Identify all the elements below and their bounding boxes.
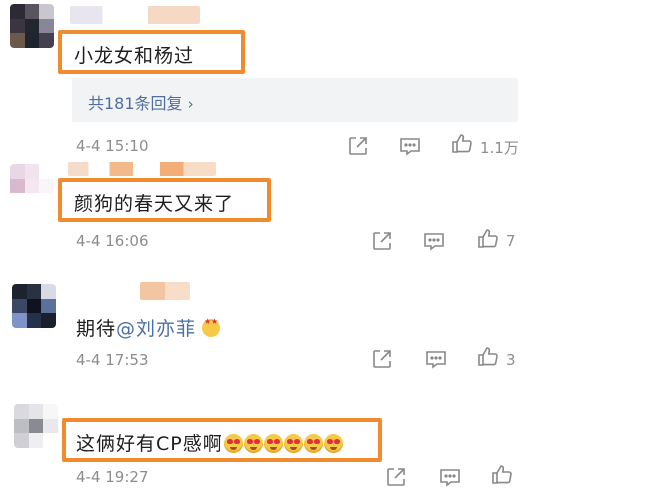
username-blurred[interactable]	[70, 6, 200, 24]
comment-text: 小龙女和杨过	[74, 45, 195, 67]
chevron-right-icon: ›	[187, 95, 194, 113]
comment-icon[interactable]	[438, 465, 462, 489]
timestamp: 4-4 17:53	[76, 351, 149, 369]
timestamp: 4-4 15:10	[76, 137, 149, 155]
comment-text-main: 这俩好有CP感啊	[76, 433, 223, 455]
timestamp: 4-4 16:06	[76, 232, 149, 250]
like-count: 3	[506, 351, 516, 369]
share-icon[interactable]	[384, 465, 408, 489]
user-mention-link[interactable]: @刘亦菲	[116, 318, 196, 340]
share-icon[interactable]	[346, 134, 370, 158]
like-count: 1.1万	[480, 139, 519, 157]
thumbs-up-icon[interactable]	[476, 345, 500, 369]
heart-eyes-emoji	[223, 434, 243, 453]
star-struck-emoji	[202, 317, 221, 337]
thumbs-up-icon[interactable]	[450, 132, 474, 156]
heart-eyes-emoji	[263, 434, 283, 453]
comment-icon[interactable]	[424, 347, 448, 371]
heart-eyes-emoji	[303, 434, 323, 453]
avatar[interactable]	[12, 284, 56, 328]
avatar[interactable]	[10, 164, 54, 208]
comment-icon[interactable]	[422, 229, 446, 253]
replies-count: 共181条回复 ›	[88, 94, 194, 113]
comment-icon[interactable]	[398, 134, 422, 158]
avatar[interactable]	[14, 404, 58, 448]
comment-text: 期待@刘亦菲	[76, 314, 221, 341]
comment-text: 这俩好有CP感啊	[76, 429, 343, 456]
replies-link[interactable]: 共181条回复 ›	[72, 78, 518, 122]
like-count: 7	[506, 232, 516, 250]
username-blurred[interactable]	[140, 282, 190, 300]
share-icon[interactable]	[370, 229, 394, 253]
timestamp: 4-4 19:27	[76, 468, 149, 486]
thumbs-up-icon[interactable]	[476, 227, 500, 251]
comment-text: 颜狗的春天又来了	[74, 193, 235, 215]
thumbs-up-icon[interactable]	[490, 463, 514, 487]
heart-eyes-emoji	[283, 434, 303, 453]
share-icon[interactable]	[370, 347, 394, 371]
username-blurred[interactable]	[68, 162, 216, 176]
avatar[interactable]	[10, 4, 54, 48]
heart-eyes-emoji	[323, 434, 343, 453]
comment-text-prefix: 期待	[76, 318, 117, 340]
heart-eyes-emoji	[243, 434, 263, 453]
